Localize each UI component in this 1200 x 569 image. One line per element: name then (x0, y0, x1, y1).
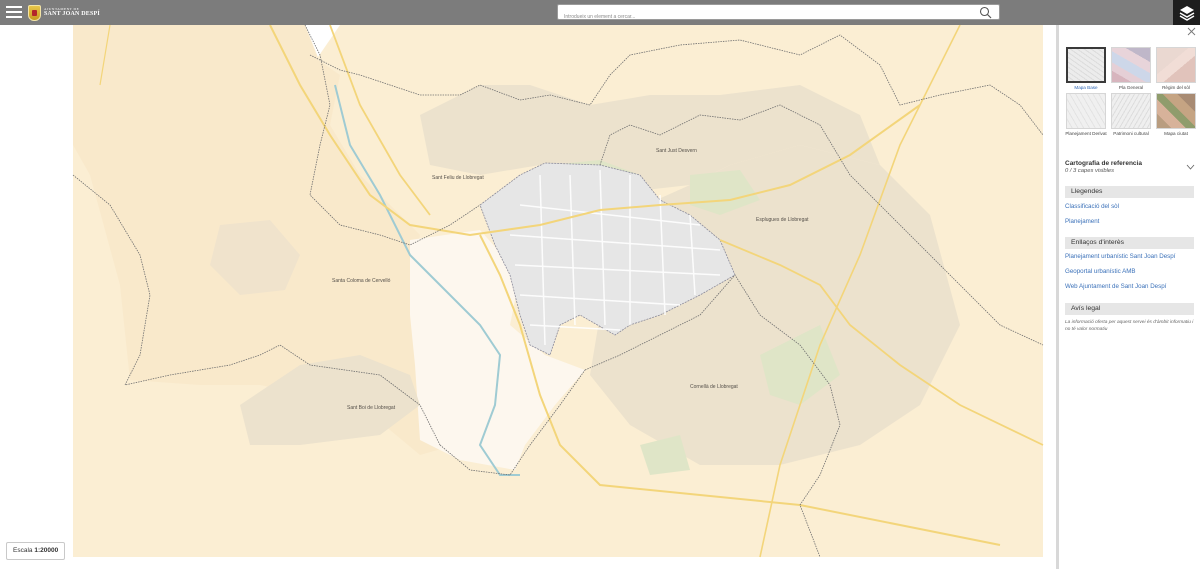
search-icon[interactable] (979, 6, 992, 19)
map-label-cornella: Cornellà de Llobregat (690, 384, 738, 390)
basemap-thumbnail (1066, 93, 1106, 129)
basemap-thumbnail (1111, 47, 1151, 83)
basemap-selector: Mapa Base Pla General Règim del sòl Plan… (1065, 47, 1197, 137)
search-box (557, 4, 1000, 24)
basemap-thumbnail (1156, 47, 1196, 83)
link-web-ajuntament[interactable]: Web Ajuntament de Sant Joan Despí (1065, 283, 1166, 290)
chevron-down-icon[interactable] (1186, 164, 1195, 170)
link-geoportal-amb[interactable]: Geoportal urbanístic AMB (1065, 268, 1136, 275)
logo-big-text: SANT JOAN DESPÍ (44, 11, 100, 18)
map-label-santa-coloma: Santa Coloma de Cervelló (332, 278, 391, 284)
layers-panel: Mapa Base Pla General Règim del sòl Plan… (1059, 25, 1200, 569)
basemap-label: Mapa Base (1074, 85, 1098, 90)
section-llegendes: Llegendes (1065, 186, 1194, 198)
map-canvas[interactable] (0, 25, 1058, 569)
basemap-label: Planejament Derivat (1065, 131, 1107, 136)
map-label-sant-feliu: Sant Feliu de Llobregat (432, 175, 484, 181)
basemap-label: Mapa ciutat (1164, 131, 1188, 136)
reference-cartography-title: Cartografia de referencia (1065, 160, 1142, 167)
map-label-sant-just: Sant Just Desvern (656, 148, 697, 154)
basemap-label: Pla General (1118, 85, 1144, 90)
search-input[interactable] (558, 10, 958, 24)
menu-icon[interactable] (6, 6, 22, 18)
reference-cartography[interactable]: Cartografia de referencia 0 / 3 capes vi… (1065, 160, 1195, 174)
map-label-esplugues: Esplugues de Llobregat (756, 217, 809, 223)
reference-cartography-count: 0 / 3 capes visibles (1065, 168, 1114, 174)
basemap-thumbnail (1156, 93, 1196, 129)
section-avis-legal: Avís legal (1065, 303, 1194, 315)
basemap-thumbnail (1066, 47, 1106, 83)
basemap-regim-sol[interactable]: Règim del sòl (1155, 47, 1197, 91)
close-icon[interactable] (1187, 27, 1196, 36)
basemap-label: Règim del sòl (1162, 85, 1190, 90)
basemap-mapa-base[interactable]: Mapa Base (1065, 47, 1107, 91)
link-classificacio-sol[interactable]: Classificació del sòl (1065, 203, 1119, 210)
basemap-planejament-derivat[interactable]: Planejament Derivat (1065, 93, 1107, 137)
link-planejament[interactable]: Planejament (1065, 218, 1099, 225)
municipality-logo[interactable]: AJUNTAMENT DE SANT JOAN DESPÍ (28, 4, 100, 21)
layers-icon (1179, 5, 1194, 21)
legal-notice-text: La informació oferta per aquest servei é… (1065, 320, 1194, 332)
scale-prefix: Escala (13, 547, 33, 554)
top-bar: AJUNTAMENT DE SANT JOAN DESPÍ (0, 0, 1200, 25)
basemap-thumbnail (1111, 93, 1151, 129)
scale-value: 1:20000 (34, 547, 59, 554)
basemap-pla-general[interactable]: Pla General (1110, 47, 1152, 91)
link-planejament-urbanistic[interactable]: Planejament urbanístic Sant Joan Despí (1065, 253, 1175, 260)
map-view[interactable]: Sant Just Desvern Sant Feliu de Llobrega… (0, 25, 1058, 569)
crest-icon (28, 4, 41, 21)
basemap-patrimoni-cultural[interactable]: Patrimoni cultural (1110, 93, 1152, 137)
basemap-label: Patrimoni cultural (1113, 131, 1149, 136)
scale-indicator: Escala 1:20000 (6, 542, 66, 560)
map-label-sant-boi: Sant Boi de Llobregat (347, 405, 396, 411)
basemap-mapa-ciutat[interactable]: Mapa ciutat (1155, 93, 1197, 137)
layers-button[interactable] (1173, 0, 1200, 25)
section-enllacos: Enllaços d'interès (1065, 237, 1194, 249)
